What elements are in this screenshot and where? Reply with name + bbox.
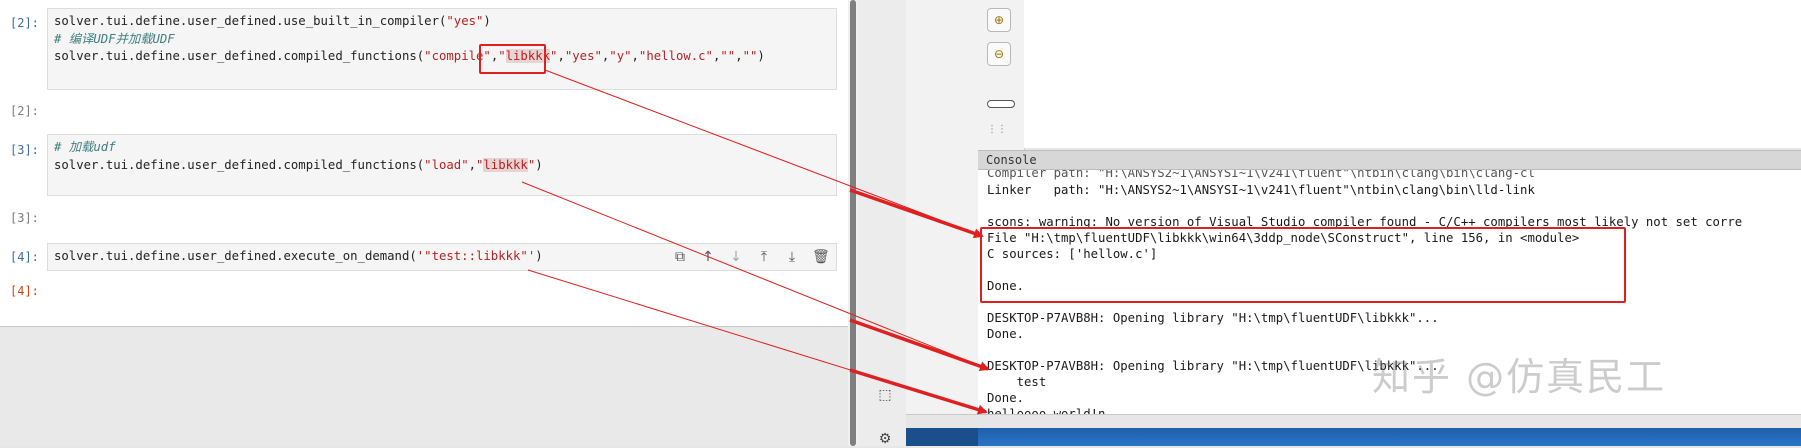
annotation-arrows	[521, 69, 990, 415]
arrow-compile	[849, 188, 984, 239]
arrow-load-thin	[521, 181, 989, 370]
arrow-execute	[849, 368, 988, 415]
arrow-load	[849, 318, 990, 372]
arrow-compile-thin	[544, 69, 983, 237]
